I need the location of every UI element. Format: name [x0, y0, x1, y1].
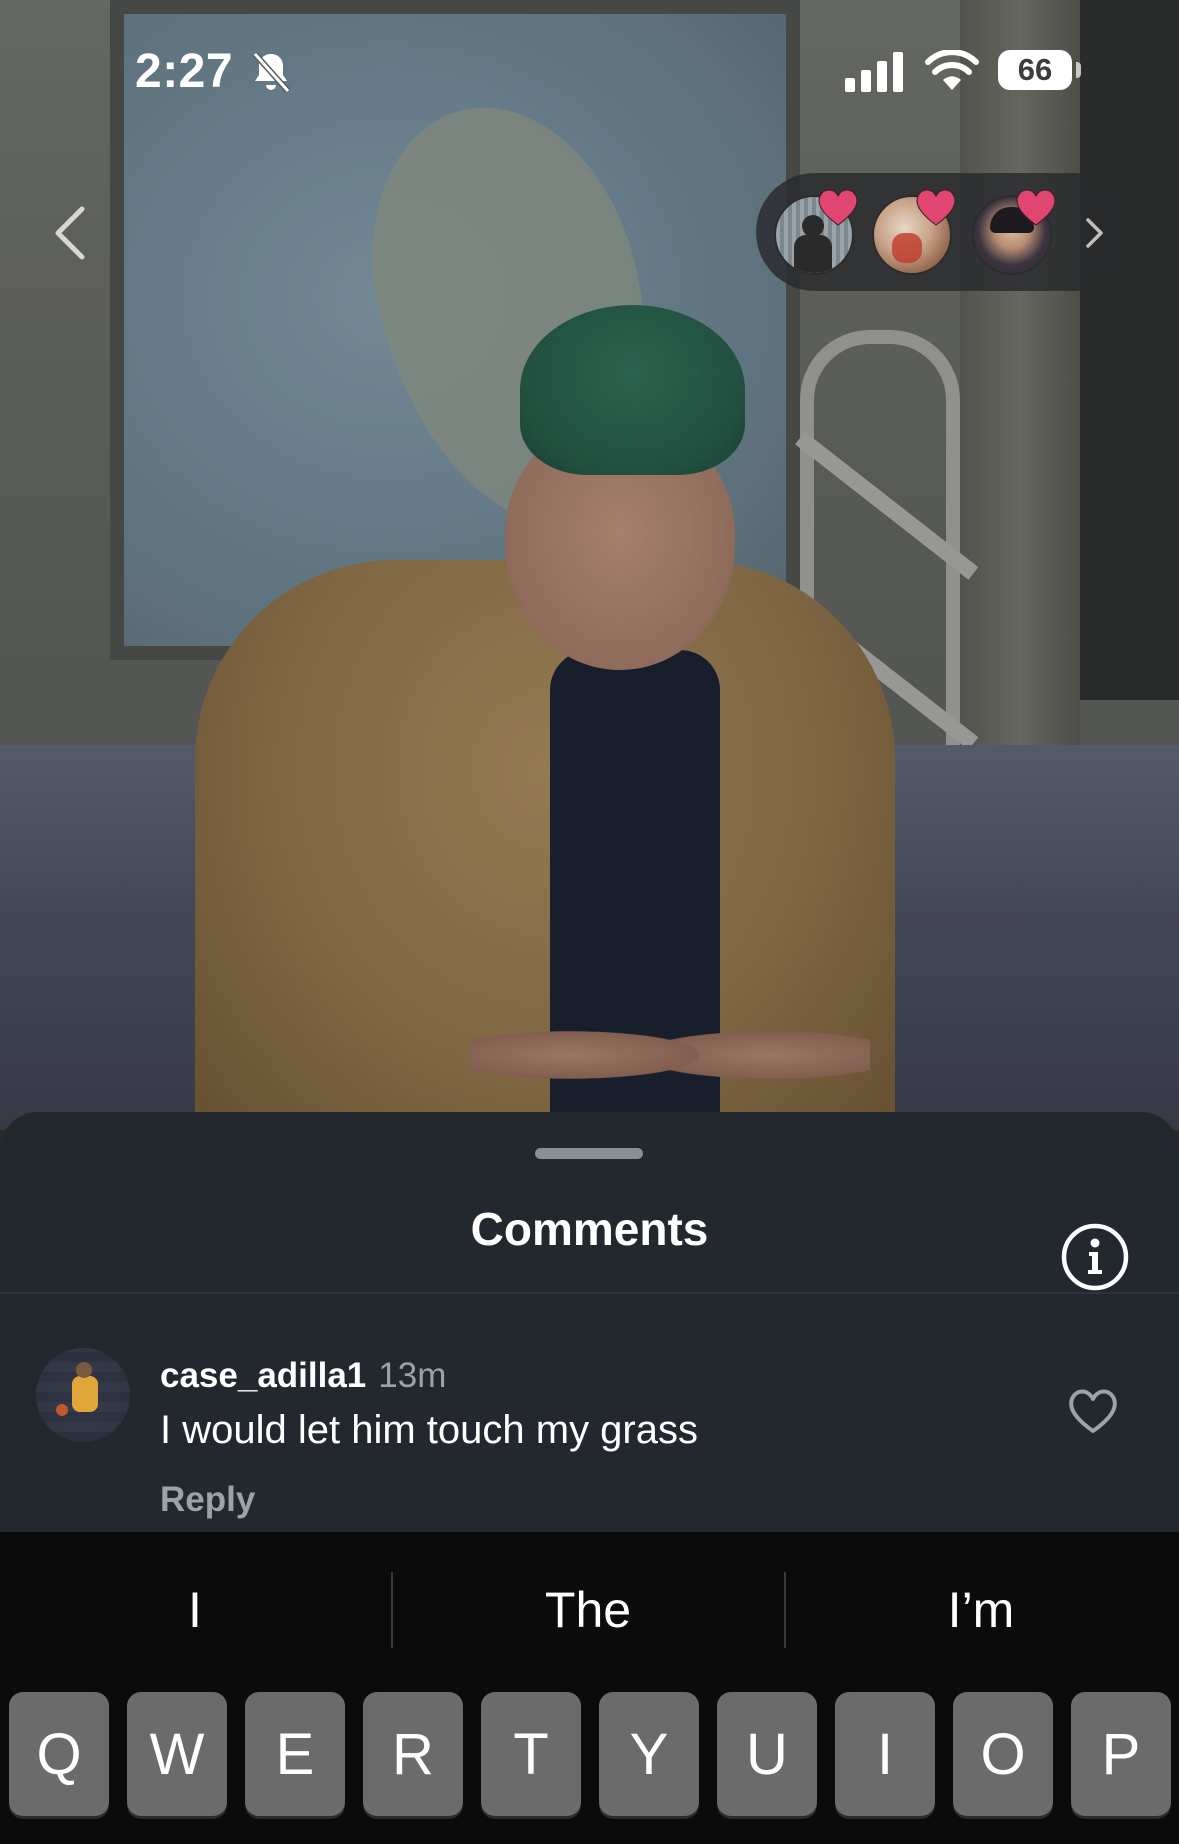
story-likers-pill[interactable]: [756, 173, 1132, 291]
comment-author[interactable]: case_adilla1 13m: [160, 1356, 446, 1396]
battery-icon: 66: [998, 50, 1072, 90]
key-r[interactable]: R: [363, 1692, 463, 1816]
sheet-grabber[interactable]: [535, 1148, 643, 1159]
cellular-signal-icon: [845, 52, 903, 92]
key-q[interactable]: Q: [9, 1692, 109, 1816]
key-u[interactable]: U: [717, 1692, 817, 1816]
status-time: 2:27: [135, 45, 234, 98]
comment-item: case_adilla1 13m I would let him touch my…: [0, 1348, 1179, 1528]
suggestion[interactable]: I’m: [786, 1532, 1176, 1688]
suggestion[interactable]: The: [393, 1532, 783, 1688]
liker-avatar[interactable]: [872, 189, 956, 275]
comment-timestamp: 13m: [378, 1356, 447, 1395]
story-video[interactable]: [0, 0, 1179, 1130]
story-screen: 2:27 66 Comments case_adilla1 13m I woul…: [0, 0, 1179, 1844]
reply-button[interactable]: Reply: [160, 1480, 255, 1520]
heart-outline-icon[interactable]: [1066, 1386, 1120, 1436]
liker-avatar[interactable]: [774, 189, 858, 275]
key-i[interactable]: I: [835, 1692, 935, 1816]
comments-title: Comments: [470, 1203, 709, 1255]
key-o[interactable]: O: [953, 1692, 1053, 1816]
predictive-bar: I The I’m: [0, 1532, 1179, 1688]
key-w[interactable]: W: [127, 1692, 227, 1816]
battery-level: 66: [1017, 52, 1053, 87]
liker-avatar[interactable]: [972, 189, 1056, 275]
status-bar: 2:27 66: [0, 0, 1179, 140]
chevron-right-icon[interactable]: [1084, 216, 1106, 250]
key-e[interactable]: E: [245, 1692, 345, 1816]
info-icon[interactable]: [1060, 1222, 1130, 1292]
comment-text: I would let him touch my grass: [160, 1408, 698, 1452]
wifi-icon: [925, 50, 979, 90]
keyboard-row: Q W E R T Y U I O P: [0, 1692, 1179, 1822]
chevron-left-icon[interactable]: [50, 205, 88, 261]
key-t[interactable]: T: [481, 1692, 581, 1816]
key-p[interactable]: P: [1071, 1692, 1171, 1816]
suggestion[interactable]: I: [0, 1532, 390, 1688]
avatar[interactable]: [36, 1348, 130, 1442]
heart-icon: [1016, 189, 1056, 226]
key-y[interactable]: Y: [599, 1692, 699, 1816]
keyboard: I The I’m Q W E R T Y U I O P: [0, 1532, 1179, 1844]
heart-icon: [916, 189, 956, 226]
divider: [0, 1292, 1179, 1294]
bell-slash-icon: [252, 52, 291, 93]
comments-sheet: Comments case_adilla1 13m I would let him…: [0, 1112, 1179, 1532]
heart-icon: [818, 189, 858, 226]
